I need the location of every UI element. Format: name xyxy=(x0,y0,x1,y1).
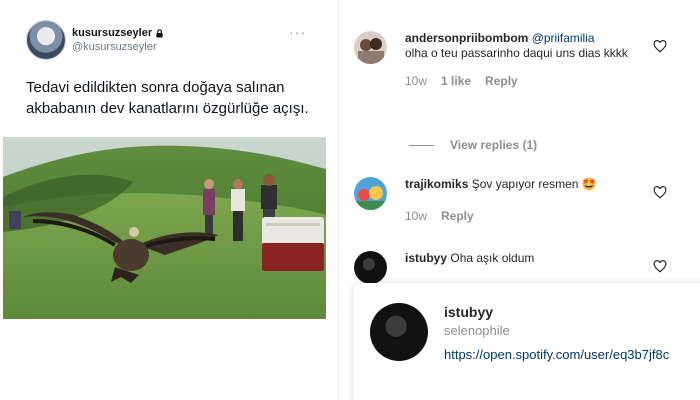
comment-body: trajikomiks Şov yapıyor resmen 🤩 10w Rep… xyxy=(405,177,645,223)
view-replies-label: View replies (1) xyxy=(450,138,538,152)
hover-card-full-name: selenophile xyxy=(444,323,510,338)
comment-username[interactable]: andersonpriibombom xyxy=(405,31,528,45)
tweet-text: Tedavi edildikten sonra doğaya salınan a… xyxy=(26,79,309,117)
commenter-avatar[interactable] xyxy=(354,177,387,210)
comment-meta: 10w 1 like Reply xyxy=(405,74,645,88)
comment-meta: 10w Reply xyxy=(405,209,645,223)
comment-item: istubyy Oha aşık oldum xyxy=(354,251,645,284)
vulture-release-photo xyxy=(3,137,326,319)
more-options-icon[interactable]: ··· xyxy=(289,24,306,40)
comment-username[interactable]: istubyy xyxy=(405,251,447,265)
comment-line: istubyy Oha aşık oldum xyxy=(405,251,645,266)
hover-card-avatar[interactable] xyxy=(370,303,428,361)
comment-line: andersonpriibombom @priifamilia xyxy=(405,31,645,46)
comment-text: Oha aşık oldum xyxy=(450,251,535,265)
comment-time[interactable]: 10w xyxy=(405,74,427,88)
reply-button[interactable]: Reply xyxy=(441,209,474,223)
like-heart-icon[interactable] xyxy=(653,40,667,53)
comment-username[interactable]: trajikomiks xyxy=(405,177,468,191)
comment-line: trajikomiks Şov yapıyor resmen 🤩 xyxy=(405,177,645,192)
comment-likes[interactable]: 1 like xyxy=(441,74,471,88)
tweet-display-name: kusursuzseyler xyxy=(72,27,153,39)
tweet-handle: @kusursuzseyler xyxy=(72,41,157,53)
comment-item: andersonpriibombom @priifamilia olha o t… xyxy=(354,31,645,88)
reply-button[interactable]: Reply xyxy=(485,74,518,88)
view-replies-button[interactable]: View replies (1) xyxy=(409,138,537,152)
lock-icon xyxy=(156,28,163,38)
comment-item: trajikomiks Şov yapıyor resmen 🤩 10w Rep… xyxy=(354,177,645,223)
tweet-header: kusursuzseyler @kusursuzseyler xyxy=(26,20,164,60)
tweet-display-name-row: kusursuzseyler xyxy=(72,27,164,39)
like-heart-icon[interactable] xyxy=(653,260,667,273)
hover-card-username[interactable]: istubyy xyxy=(444,304,493,320)
comment-text: olha o teu passarinho daqui uns dias kkk… xyxy=(405,46,628,60)
comment-text: Şov yapıyor resmen 🤩 xyxy=(471,177,597,191)
comment-mention[interactable]: @priifamilia xyxy=(532,31,595,45)
commenter-avatar[interactable] xyxy=(354,31,387,64)
post-media-panel: kusursuzseyler @kusursuzseyler ··· Tedav… xyxy=(0,0,338,400)
commenter-avatar[interactable] xyxy=(354,251,387,284)
like-heart-icon[interactable] xyxy=(653,186,667,199)
profile-hover-card: istubyy selenophile https://open.spotify… xyxy=(353,283,700,400)
view-replies-line xyxy=(409,144,434,146)
tweet-avatar xyxy=(26,20,66,60)
hover-card-bio-link[interactable]: https://open.spotify.com/user/eq3b7jf8c xyxy=(444,347,669,362)
comment-time[interactable]: 10w xyxy=(405,209,427,223)
tweet-names: kusursuzseyler @kusursuzseyler xyxy=(72,27,164,53)
comment-body: andersonpriibombom @priifamilia olha o t… xyxy=(405,31,645,88)
comment-body: istubyy Oha aşık oldum xyxy=(405,251,645,284)
